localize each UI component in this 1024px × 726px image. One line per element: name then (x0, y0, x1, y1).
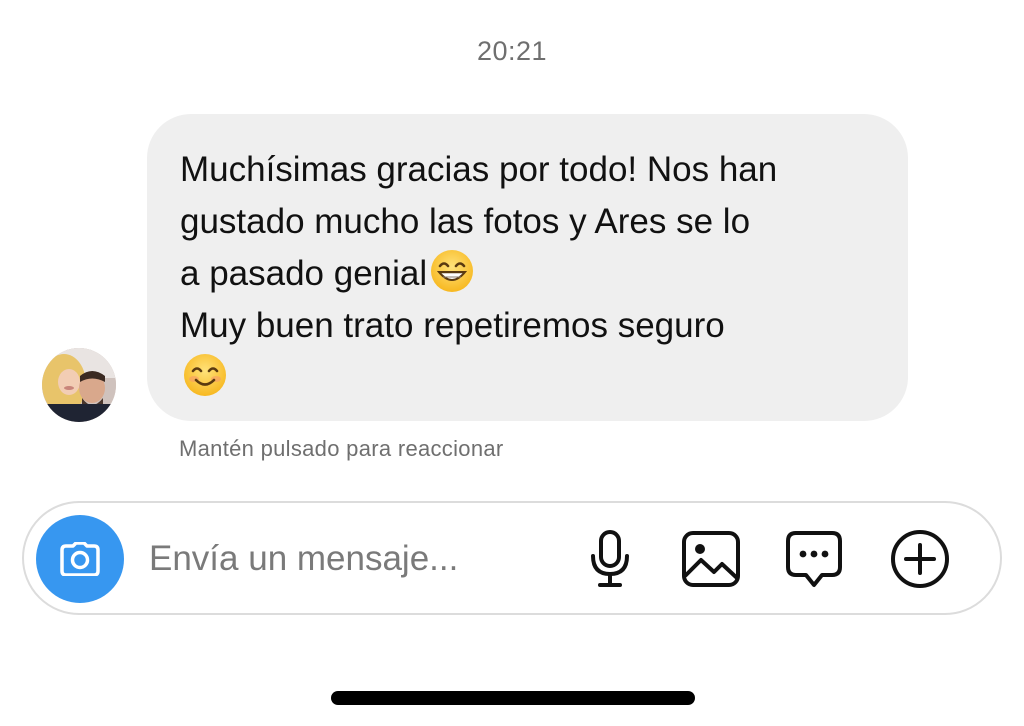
reaction-hint: Mantén pulsado para reaccionar (179, 436, 504, 461)
more-options-button[interactable] (886, 525, 954, 593)
camera-icon (60, 542, 100, 576)
sticker-chat-icon (786, 531, 842, 587)
smiling-face-with-smiling-eyes-icon (184, 354, 226, 396)
message-text: Muchísimas gracias por todo! Nos han gus… (180, 144, 874, 404)
message-input[interactable] (149, 533, 569, 585)
message-bubble[interactable]: Muchísimas gracias por todo! Nos han gus… (147, 114, 908, 421)
grinning-face-with-smiling-eyes-icon (431, 250, 474, 292)
gallery-icon (682, 531, 740, 587)
avatar-photo (42, 348, 116, 422)
microphone-icon (591, 530, 629, 587)
message-line: gustado mucho las fotos y Ares se lo (180, 202, 751, 241)
gallery-button[interactable] (677, 525, 745, 593)
camera-button[interactable] (36, 515, 124, 603)
home-indicator[interactable] (331, 691, 695, 705)
voice-message-button[interactable] (576, 525, 644, 593)
add-circle-icon (891, 530, 949, 588)
message-line: a pasado genial (180, 254, 428, 293)
message-line: Muchísimas gracias por todo! Nos han (180, 150, 778, 189)
sticker-chat-button[interactable] (780, 525, 848, 593)
message-timestamp: 20:21 (476, 36, 548, 66)
message-line-with-emoji: a pasado genial (180, 248, 874, 300)
chat-screen: 20:21 Muchísimas gracias por todo! Nos h… (0, 0, 1024, 726)
message-composer (22, 501, 1002, 615)
message-line-emoji-only (180, 352, 874, 404)
avatar[interactable] (42, 348, 116, 422)
message-line: Muy buen trato repetiremos seguro (180, 306, 725, 345)
